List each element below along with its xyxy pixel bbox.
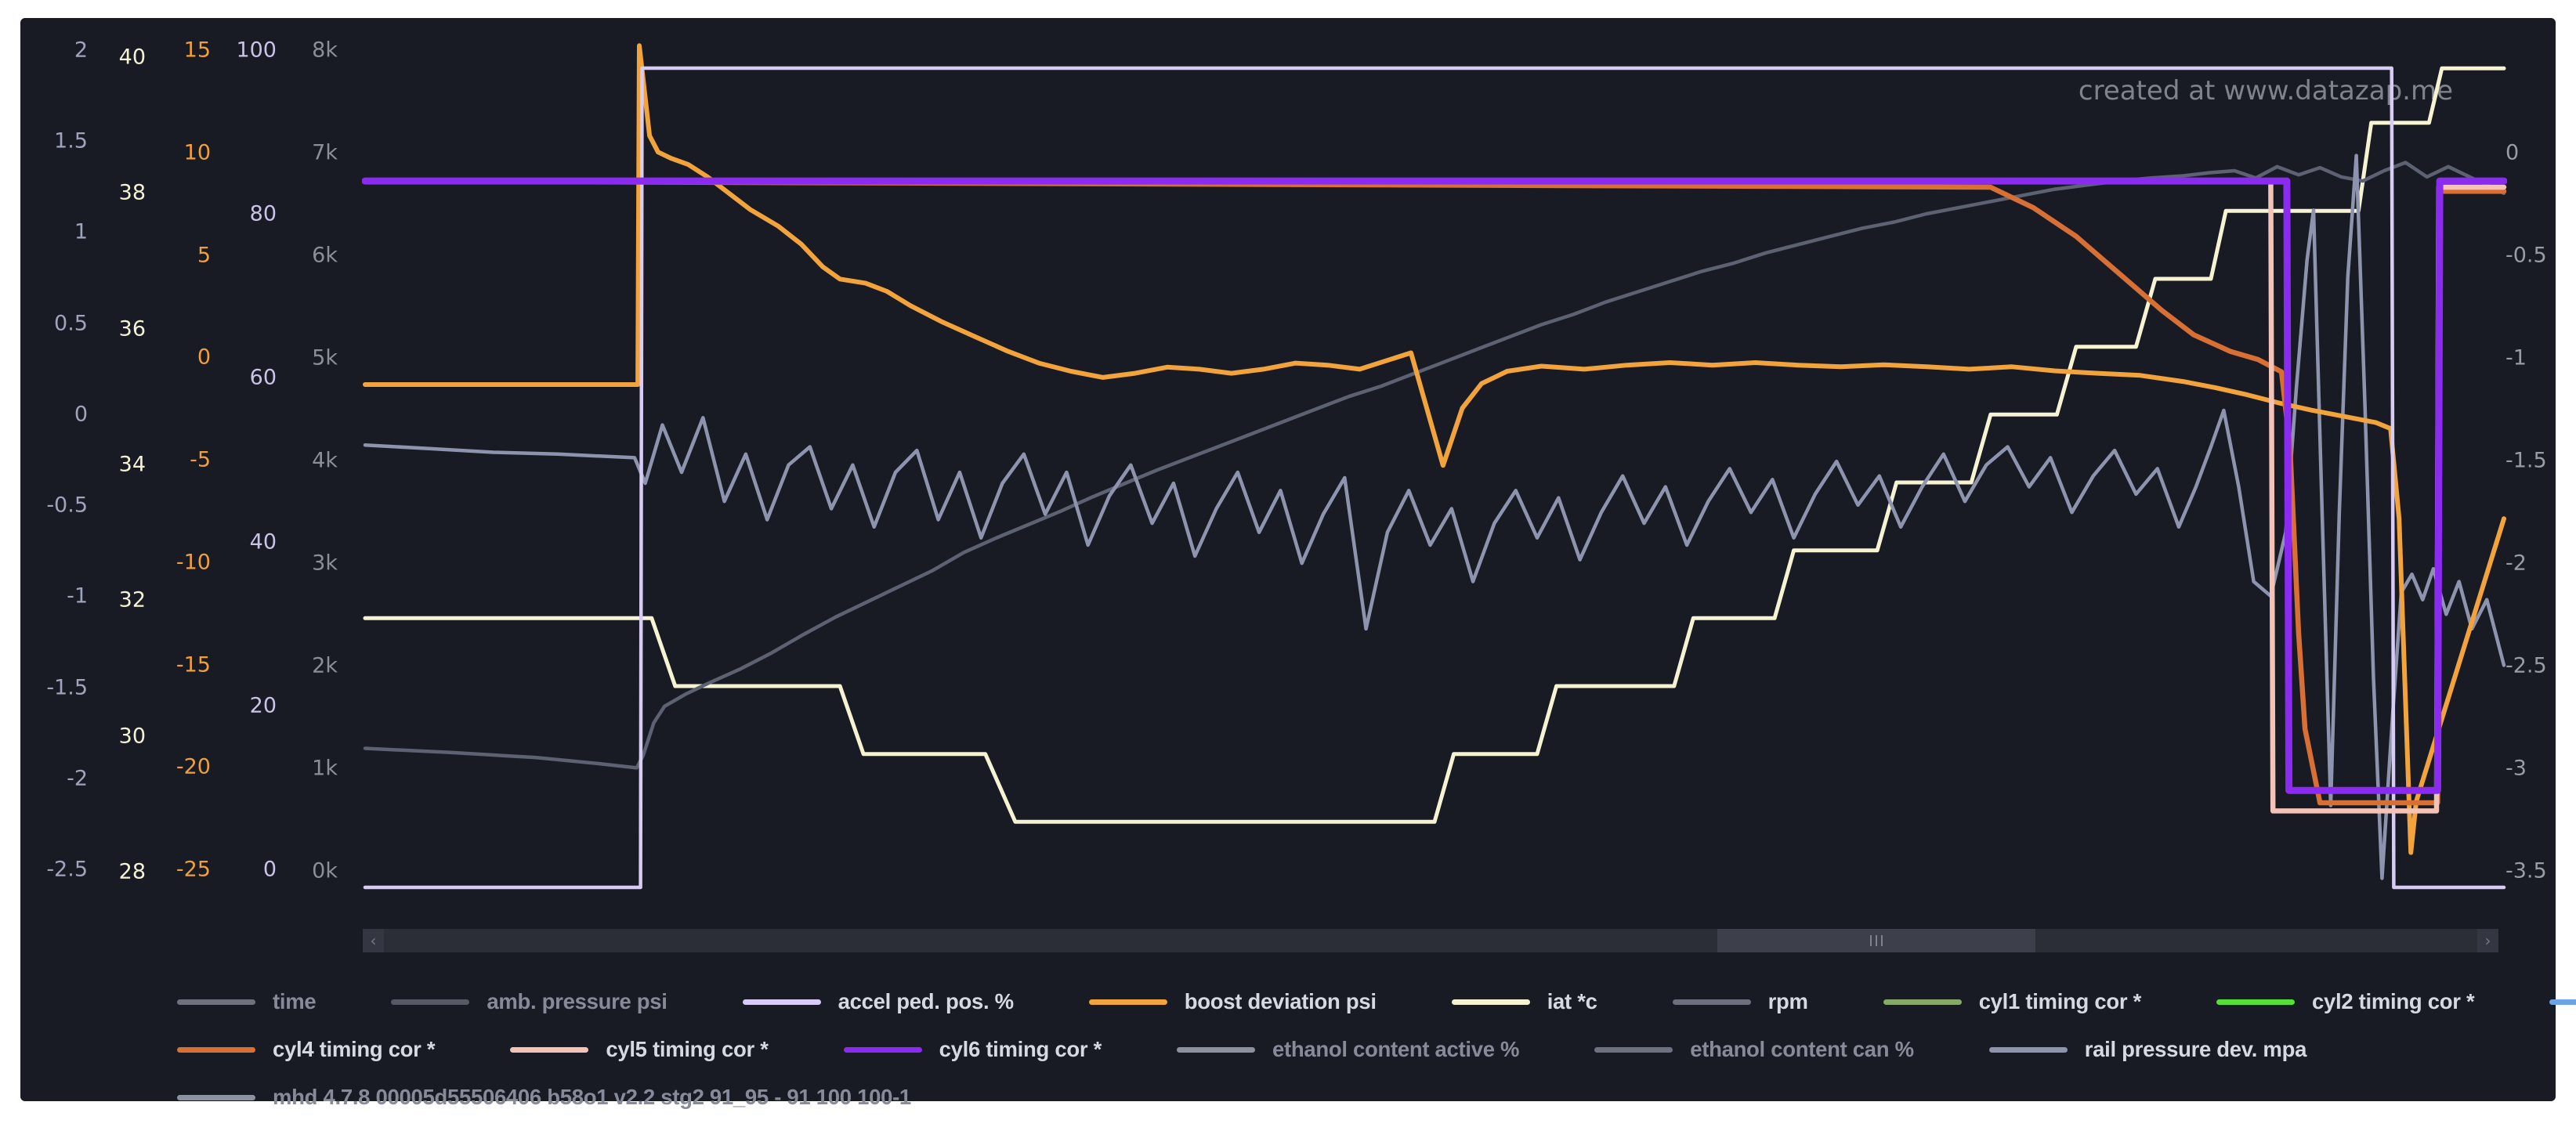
legend-label: accel ped. pos. % [838,989,1014,1014]
legend-label: rpm [1768,989,1808,1014]
legend-item-boost-deviation-psi[interactable]: boost deviation psi [1089,989,1377,1014]
legend-swatch-icon [391,999,469,1005]
chart-panel: created at www.datazap.me 21.510.50-0.5-… [20,18,2556,1101]
legend-swatch-icon [177,1095,255,1100]
chart-canvas [20,18,2576,1138]
legend-item-ethanol-content-can-[interactable]: ethanol content can % [1594,1037,1914,1062]
legend-item-rpm[interactable]: rpm [1673,989,1808,1014]
scroll-right-button[interactable]: › [2477,929,2498,952]
legend-item-cyl5-timing-cor-[interactable]: cyl5 timing cor * [510,1037,768,1062]
legend-swatch-icon [844,1047,922,1053]
legend-item-iat-c[interactable]: iat *c [1452,989,1597,1014]
legend-item-cyl3-timing-cor-[interactable]: cyl3 timing cor * [2549,989,2576,1014]
legend-swatch-icon [1177,1047,1255,1053]
scroll-left-button[interactable]: ‹ [363,929,384,952]
thumb-grip-icon [1876,935,1877,946]
legend-item-rail-pressure-dev-mpa[interactable]: rail pressure dev. mpa [1989,1037,2306,1062]
thumb-grip-icon [1881,935,1883,946]
legend-item-time[interactable]: time [177,989,316,1014]
legend-item-accel-ped-pos-[interactable]: accel ped. pos. % [743,989,1014,1014]
legend-swatch-icon [2549,999,2576,1005]
legend-item-cyl2-timing-cor-[interactable]: cyl2 timing cor * [2216,989,2474,1014]
legend-swatch-icon [177,999,255,1005]
legend-swatch-icon [1989,1047,2068,1053]
legend-label: rail pressure dev. mpa [2085,1037,2306,1062]
legend-swatch-icon [743,999,821,1005]
legend-item-cyl6-timing-cor-[interactable]: cyl6 timing cor * [844,1037,1102,1062]
legend-label: ethanol content can % [1690,1037,1914,1062]
legend-swatch-icon [2216,999,2295,1005]
page: { "watermark": "created at www.datazap.m… [0,0,2576,1120]
x-scrollbar[interactable]: ‹ › [363,929,2498,952]
legend: time amb. pressure psi accel ped. pos. % bo… [177,989,2512,1133]
legend-label: cyl6 timing cor * [939,1037,1102,1062]
legend-label: cyl2 timing cor * [2312,989,2474,1014]
legend-label: amb. pressure psi [487,989,667,1014]
legend-item-amb-pressure-psi[interactable]: amb. pressure psi [391,989,667,1014]
legend-row-1: time amb. pressure psi accel ped. pos. % bo… [177,989,2512,1014]
legend-swatch-icon [1673,999,1751,1005]
legend-swatch-icon [1883,999,1962,1005]
legend-label: mhd 4.7.8 00005d55506406 b58o1 v2.2 stg2… [273,1085,911,1110]
legend-label: ethanol content active % [1272,1037,1519,1062]
legend-label: cyl5 timing cor * [606,1037,768,1062]
legend-swatch-icon [1594,1047,1673,1053]
scrollbar-thumb[interactable] [1717,929,2035,952]
legend-row-3: mhd 4.7.8 00005d55506406 b58o1 v2.2 stg2… [177,1085,2512,1110]
legend-label: cyl4 timing cor * [273,1037,435,1062]
legend-label: time [273,989,316,1014]
legend-item-cyl4-timing-cor-[interactable]: cyl4 timing cor * [177,1037,435,1062]
thumb-grip-icon [1870,935,1872,946]
legend-swatch-icon [510,1047,588,1053]
legend-swatch-icon [1089,999,1167,1005]
legend-item-mhd-4-7-8-00005d55506406-b58o1-v2-2-stg2[interactable]: mhd 4.7.8 00005d55506406 b58o1 v2.2 stg2… [177,1085,911,1110]
legend-row-2: cyl4 timing cor * cyl5 timing cor * cyl6 t… [177,1037,2512,1062]
legend-label: boost deviation psi [1185,989,1377,1014]
legend-swatch-icon [177,1047,255,1053]
chart-plot-area[interactable] [365,38,2504,895]
legend-label: cyl1 timing cor * [1979,989,2141,1014]
legend-swatch-icon [1452,999,1530,1005]
scrollbar-track[interactable] [384,929,2477,952]
legend-label: iat *c [1547,989,1597,1014]
legend-item-cyl1-timing-cor-[interactable]: cyl1 timing cor * [1883,989,2141,1014]
legend-item-ethanol-content-active-[interactable]: ethanol content active % [1177,1037,1519,1062]
